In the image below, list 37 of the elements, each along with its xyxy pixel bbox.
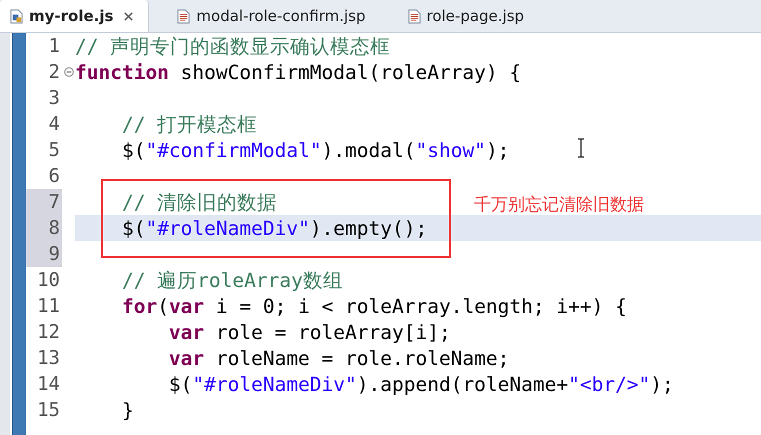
line-number: 12 <box>37 321 60 343</box>
line-number: 15 <box>37 399 60 421</box>
line-number: 1 <box>48 35 60 57</box>
line-number: 3 <box>48 87 60 109</box>
code-line: var roleName = role.roleName; <box>168 346 510 370</box>
code-line: $("#roleNameDiv").empty(); <box>120 216 428 240</box>
code-line: // 声明专门的函数显示确认模态框 <box>75 34 390 60</box>
close-icon[interactable] <box>123 10 134 22</box>
line-number: 11 <box>37 295 60 317</box>
code-line: $("#confirmModal").modal("show"); <box>120 138 510 162</box>
code-line: // 遍历roleArray数组 <box>120 268 343 294</box>
code-line: function showConfirmModal(roleArray) { <box>75 60 522 84</box>
line-number: 8 <box>48 217 60 239</box>
line-number: 5 <box>48 139 60 161</box>
code-line: } <box>120 398 134 422</box>
code-line: // 清除旧的数据 <box>120 190 278 216</box>
code-line: var role = roleArray[i]; <box>168 320 451 344</box>
editor-tab[interactable]: my-role.js <box>0 0 150 32</box>
line-number: 6 <box>48 165 60 187</box>
line-number: 10 <box>37 269 60 291</box>
code-line: for(var i = 0; i < roleArray.length; i++) { <box>120 294 627 318</box>
script-file-icon <box>10 8 23 24</box>
line-number: 14 <box>37 373 60 395</box>
line-number: 7 <box>48 191 60 213</box>
code-line: $("#roleNameDiv").append(roleName+"<br/>"); <box>168 372 674 396</box>
collapse-icon[interactable] <box>64 67 74 77</box>
text-cursor-icon <box>576 138 586 158</box>
document-file-icon <box>408 8 420 24</box>
code-line: // 打开模态框 <box>120 112 258 138</box>
line-number: 4 <box>48 113 60 135</box>
line-number: 13 <box>37 347 60 369</box>
editor-tab[interactable]: role-page.jsp <box>398 0 538 32</box>
annotation-text: 千万别忘记清除旧数据 <box>474 194 644 216</box>
document-file-icon <box>177 8 190 24</box>
editor-tab[interactable]: modal-role-confirm.jsp <box>167 0 380 32</box>
line-number: 9 <box>48 243 60 265</box>
line-number: 2 <box>48 61 60 83</box>
